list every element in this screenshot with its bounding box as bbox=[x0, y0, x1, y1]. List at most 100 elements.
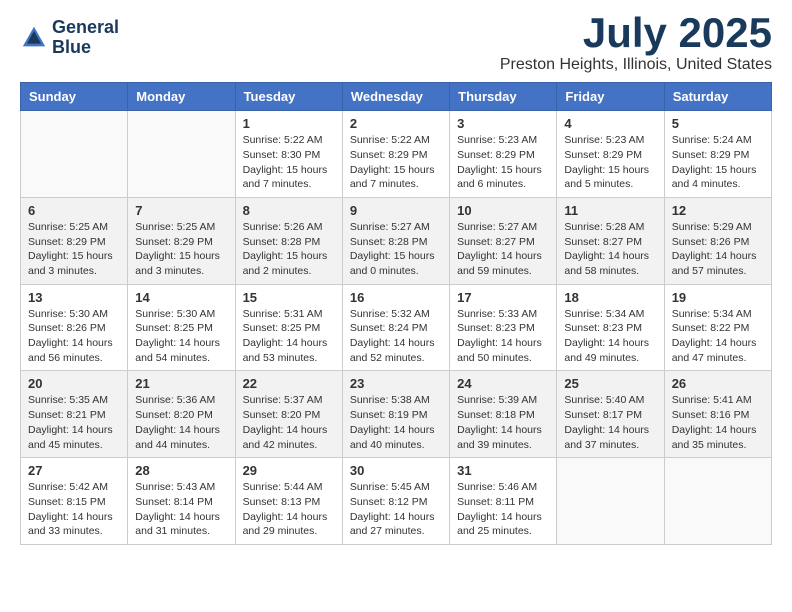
calendar-cell: 29 Sunrise: 5:44 AM Sunset: 8:13 PM Dayli… bbox=[235, 458, 342, 545]
day-number: 6 bbox=[28, 203, 120, 218]
day-number: 24 bbox=[457, 376, 549, 391]
day-number: 28 bbox=[135, 463, 227, 478]
day-info: Sunrise: 5:34 AM Sunset: 8:23 PM Dayligh… bbox=[564, 307, 656, 366]
day-number: 18 bbox=[564, 290, 656, 305]
day-number: 7 bbox=[135, 203, 227, 218]
calendar-cell: 31Sunrise: 5:46 AM Sunset: 8:11 PM Dayli… bbox=[450, 458, 557, 545]
calendar-cell: 5 Sunrise: 5:24 AM Sunset: 8:29 PM Daylig… bbox=[664, 111, 771, 198]
location-title: Preston Heights, Illinois, United States bbox=[500, 56, 772, 74]
day-info: Sunrise: 5:25 AM Sunset: 8:29 PM Dayligh… bbox=[28, 220, 120, 279]
calendar-cell: 7 Sunrise: 5:25 AM Sunset: 8:29 PM Daylig… bbox=[128, 197, 235, 284]
calendar-cell: 12 Sunrise: 5:29 AM Sunset: 8:26 PM Dayli… bbox=[664, 197, 771, 284]
day-number: 4 bbox=[564, 116, 656, 131]
weekday-header-thursday: Thursday bbox=[450, 83, 557, 111]
calendar-cell: 24 Sunrise: 5:39 AM Sunset: 8:18 PM Dayli… bbox=[450, 371, 557, 458]
day-number: 27 bbox=[28, 463, 120, 478]
day-info: Sunrise: 5:26 AM Sunset: 8:28 PM Dayligh… bbox=[243, 220, 335, 279]
day-info: Sunrise: 5:37 AM Sunset: 8:20 PM Dayligh… bbox=[243, 393, 335, 452]
calendar-cell: 10Sunrise: 5:27 AM Sunset: 8:27 PM Dayli… bbox=[450, 197, 557, 284]
weekday-header-tuesday: Tuesday bbox=[235, 83, 342, 111]
day-info: Sunrise: 5:45 AM Sunset: 8:12 PM Dayligh… bbox=[350, 480, 442, 539]
calendar-cell: 27 Sunrise: 5:42 AM Sunset: 8:15 PM Dayli… bbox=[21, 458, 128, 545]
calendar-table: SundayMondayTuesdayWednesdayThursdayFrid… bbox=[20, 82, 772, 545]
weekday-header-saturday: Saturday bbox=[664, 83, 771, 111]
day-info: Sunrise: 5:27 AM Sunset: 8:28 PM Dayligh… bbox=[350, 220, 442, 279]
calendar-cell: 25Sunrise: 5:40 AM Sunset: 8:17 PM Dayli… bbox=[557, 371, 664, 458]
calendar-cell: 28 Sunrise: 5:43 AM Sunset: 8:14 PM Dayli… bbox=[128, 458, 235, 545]
day-number: 9 bbox=[350, 203, 442, 218]
day-number: 23 bbox=[350, 376, 442, 391]
calendar-cell: 30 Sunrise: 5:45 AM Sunset: 8:12 PM Dayli… bbox=[342, 458, 449, 545]
day-number: 12 bbox=[672, 203, 764, 218]
calendar-week-row: 13 Sunrise: 5:30 AM Sunset: 8:26 PM Dayli… bbox=[21, 284, 772, 371]
weekday-header-friday: Friday bbox=[557, 83, 664, 111]
logo-text: General Blue bbox=[52, 18, 119, 58]
day-number: 19 bbox=[672, 290, 764, 305]
calendar-cell: 6 Sunrise: 5:25 AM Sunset: 8:29 PM Daylig… bbox=[21, 197, 128, 284]
day-info: Sunrise: 5:43 AM Sunset: 8:14 PM Dayligh… bbox=[135, 480, 227, 539]
calendar-cell: 11 Sunrise: 5:28 AM Sunset: 8:27 PM Dayli… bbox=[557, 197, 664, 284]
day-number: 16 bbox=[350, 290, 442, 305]
day-info: Sunrise: 5:36 AM Sunset: 8:20 PM Dayligh… bbox=[135, 393, 227, 452]
weekday-header-row: SundayMondayTuesdayWednesdayThursdayFrid… bbox=[21, 83, 772, 111]
calendar-cell: 4 Sunrise: 5:23 AM Sunset: 8:29 PM Daylig… bbox=[557, 111, 664, 198]
day-info: Sunrise: 5:24 AM Sunset: 8:29 PM Dayligh… bbox=[672, 133, 764, 192]
calendar-cell: 20Sunrise: 5:35 AM Sunset: 8:21 PM Dayli… bbox=[21, 371, 128, 458]
weekday-header-monday: Monday bbox=[128, 83, 235, 111]
calendar-cell bbox=[21, 111, 128, 198]
calendar-cell: 16 Sunrise: 5:32 AM Sunset: 8:24 PM Dayli… bbox=[342, 284, 449, 371]
day-number: 8 bbox=[243, 203, 335, 218]
day-info: Sunrise: 5:34 AM Sunset: 8:22 PM Dayligh… bbox=[672, 307, 764, 366]
day-info: Sunrise: 5:29 AM Sunset: 8:26 PM Dayligh… bbox=[672, 220, 764, 279]
day-info: Sunrise: 5:33 AM Sunset: 8:23 PM Dayligh… bbox=[457, 307, 549, 366]
day-number: 3 bbox=[457, 116, 549, 131]
day-number: 5 bbox=[672, 116, 764, 131]
calendar-week-row: 27 Sunrise: 5:42 AM Sunset: 8:15 PM Dayli… bbox=[21, 458, 772, 545]
calendar-cell bbox=[128, 111, 235, 198]
month-title: July 2025 bbox=[500, 10, 772, 56]
day-number: 11 bbox=[564, 203, 656, 218]
calendar-cell bbox=[664, 458, 771, 545]
day-info: Sunrise: 5:42 AM Sunset: 8:15 PM Dayligh… bbox=[28, 480, 120, 539]
day-info: Sunrise: 5:31 AM Sunset: 8:25 PM Dayligh… bbox=[243, 307, 335, 366]
calendar-cell: 15 Sunrise: 5:31 AM Sunset: 8:25 PM Dayli… bbox=[235, 284, 342, 371]
day-number: 20 bbox=[28, 376, 120, 391]
day-info: Sunrise: 5:23 AM Sunset: 8:29 PM Dayligh… bbox=[564, 133, 656, 192]
day-info: Sunrise: 5:39 AM Sunset: 8:18 PM Dayligh… bbox=[457, 393, 549, 452]
day-info: Sunrise: 5:30 AM Sunset: 8:25 PM Dayligh… bbox=[135, 307, 227, 366]
calendar-week-row: 6 Sunrise: 5:25 AM Sunset: 8:29 PM Daylig… bbox=[21, 197, 772, 284]
day-info: Sunrise: 5:28 AM Sunset: 8:27 PM Dayligh… bbox=[564, 220, 656, 279]
day-number: 29 bbox=[243, 463, 335, 478]
page-header: General Blue July 2025 Preston Heights, … bbox=[20, 10, 772, 74]
calendar-cell: 26Sunrise: 5:41 AM Sunset: 8:16 PM Dayli… bbox=[664, 371, 771, 458]
day-info: Sunrise: 5:46 AM Sunset: 8:11 PM Dayligh… bbox=[457, 480, 549, 539]
day-info: Sunrise: 5:38 AM Sunset: 8:19 PM Dayligh… bbox=[350, 393, 442, 452]
day-info: Sunrise: 5:30 AM Sunset: 8:26 PM Dayligh… bbox=[28, 307, 120, 366]
day-info: Sunrise: 5:44 AM Sunset: 8:13 PM Dayligh… bbox=[243, 480, 335, 539]
day-info: Sunrise: 5:25 AM Sunset: 8:29 PM Dayligh… bbox=[135, 220, 227, 279]
day-info: Sunrise: 5:41 AM Sunset: 8:16 PM Dayligh… bbox=[672, 393, 764, 452]
weekday-header-sunday: Sunday bbox=[21, 83, 128, 111]
calendar-cell: 1Sunrise: 5:22 AM Sunset: 8:30 PM Daylig… bbox=[235, 111, 342, 198]
day-number: 2 bbox=[350, 116, 442, 131]
calendar-cell: 23 Sunrise: 5:38 AM Sunset: 8:19 PM Dayli… bbox=[342, 371, 449, 458]
calendar-cell: 9 Sunrise: 5:27 AM Sunset: 8:28 PM Daylig… bbox=[342, 197, 449, 284]
calendar-cell: 19 Sunrise: 5:34 AM Sunset: 8:22 PM Dayli… bbox=[664, 284, 771, 371]
day-number: 1 bbox=[243, 116, 335, 131]
calendar-cell: 17Sunrise: 5:33 AM Sunset: 8:23 PM Dayli… bbox=[450, 284, 557, 371]
day-info: Sunrise: 5:22 AM Sunset: 8:29 PM Dayligh… bbox=[350, 133, 442, 192]
calendar-cell: 21 Sunrise: 5:36 AM Sunset: 8:20 PM Dayli… bbox=[128, 371, 235, 458]
calendar-cell: 8 Sunrise: 5:26 AM Sunset: 8:28 PM Daylig… bbox=[235, 197, 342, 284]
day-info: Sunrise: 5:40 AM Sunset: 8:17 PM Dayligh… bbox=[564, 393, 656, 452]
calendar-cell: 22Sunrise: 5:37 AM Sunset: 8:20 PM Dayli… bbox=[235, 371, 342, 458]
day-info: Sunrise: 5:27 AM Sunset: 8:27 PM Dayligh… bbox=[457, 220, 549, 279]
day-number: 15 bbox=[243, 290, 335, 305]
calendar-week-row: 20Sunrise: 5:35 AM Sunset: 8:21 PM Dayli… bbox=[21, 371, 772, 458]
calendar-cell: 14Sunrise: 5:30 AM Sunset: 8:25 PM Dayli… bbox=[128, 284, 235, 371]
day-number: 30 bbox=[350, 463, 442, 478]
calendar-cell: 13 Sunrise: 5:30 AM Sunset: 8:26 PM Dayli… bbox=[21, 284, 128, 371]
day-info: Sunrise: 5:23 AM Sunset: 8:29 PM Dayligh… bbox=[457, 133, 549, 192]
day-info: Sunrise: 5:32 AM Sunset: 8:24 PM Dayligh… bbox=[350, 307, 442, 366]
day-number: 21 bbox=[135, 376, 227, 391]
day-number: 13 bbox=[28, 290, 120, 305]
